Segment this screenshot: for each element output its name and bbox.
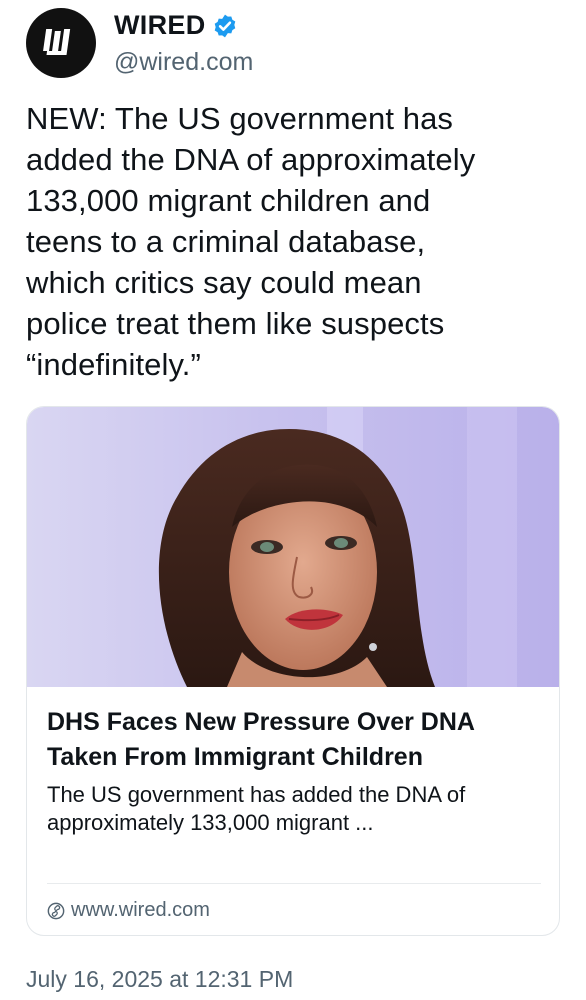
card-title[interactable]: DHS Faces New Pressure Over DNA Taken Fr… xyxy=(47,705,541,775)
handle[interactable]: @wired.com xyxy=(114,48,253,77)
card-domain-row[interactable]: www.wired.com xyxy=(47,899,210,922)
tweet-text-line: 133,000 migrant children and xyxy=(26,183,431,218)
verified-badge-icon xyxy=(214,14,235,37)
tweet-text-line: teens to a criminal database, xyxy=(26,224,426,259)
link-icon xyxy=(47,902,65,919)
tweet-text-line: added the DNA of approximately xyxy=(26,142,476,177)
wired-logo-icon xyxy=(43,29,71,55)
timestamp[interactable]: July 16, 2025 at 12:31 PM xyxy=(26,966,293,993)
tweet-text-line: which critics say could mean xyxy=(26,265,422,300)
portrait-photo xyxy=(27,407,559,687)
card-image[interactable] xyxy=(27,407,559,687)
card-body[interactable]: DHS Faces New Pressure Over DNA Taken Fr… xyxy=(27,687,559,935)
tweet-text: NEW: The US government has added the DNA… xyxy=(26,98,566,385)
display-name[interactable]: WIRED xyxy=(114,10,206,41)
tweet-text-line: “indefinitely.” xyxy=(26,347,201,382)
tweet-text-line: NEW: The US government has xyxy=(26,101,454,136)
link-preview-card[interactable]: DHS Faces New Pressure Over DNA Taken Fr… xyxy=(26,406,560,936)
name-row: WIRED xyxy=(114,10,238,41)
avatar[interactable] xyxy=(26,8,96,78)
tweet-header: WIRED @wired.com xyxy=(26,8,566,80)
card-description: The US government has added the DNA of a… xyxy=(47,782,466,835)
tweet-text-line: police treat them like suspects xyxy=(26,306,445,341)
card-domain[interactable]: www.wired.com xyxy=(71,899,210,922)
card-divider xyxy=(47,883,541,884)
